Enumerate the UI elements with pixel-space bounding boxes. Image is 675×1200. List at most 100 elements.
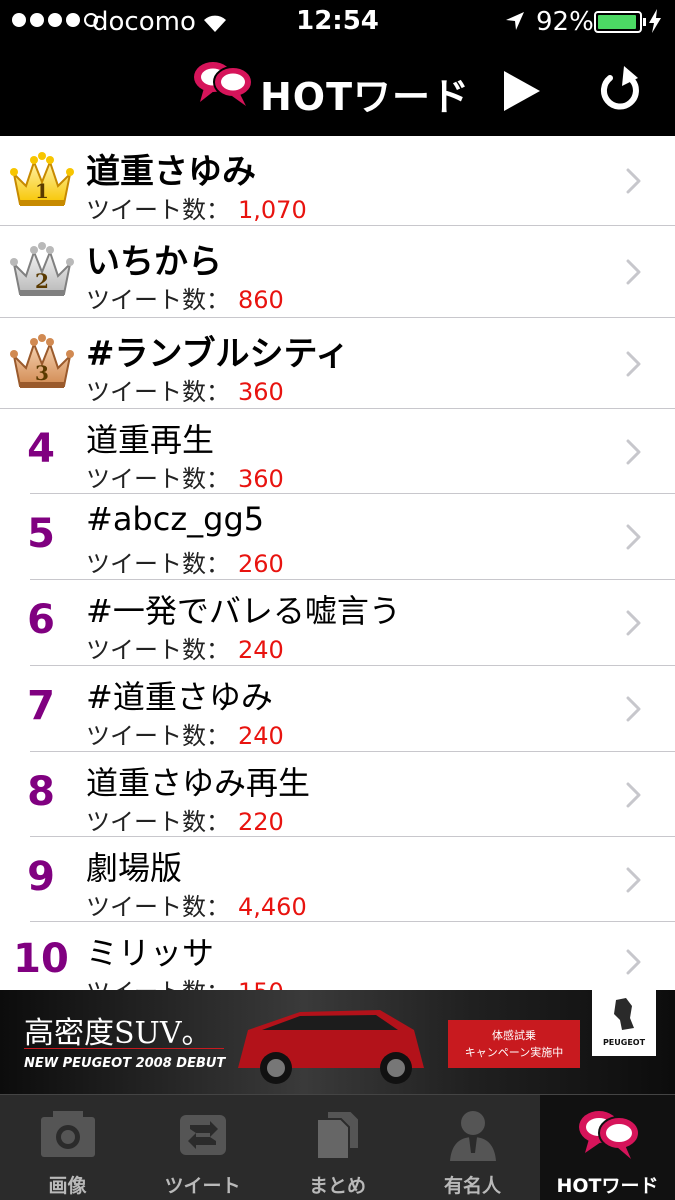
chevron-right-icon (626, 168, 641, 194)
tweet-count-value: 240 (238, 636, 284, 664)
ad-brand-name: PEUGEOT (602, 1038, 646, 1047)
hot-word-row[interactable]: 7 #道重さゆみツイート数： 240 (27, 666, 675, 752)
tweet-count-value: 260 (238, 550, 284, 578)
bronze-crown-icon: 3 (10, 334, 74, 388)
tweet-count-label: ツイート数： (86, 978, 230, 990)
chevron-right-icon (626, 949, 641, 975)
tweet-count-value: 360 (238, 378, 284, 406)
retweet-icon (180, 1115, 226, 1155)
tweet-count-label: ツイート数： (86, 465, 230, 493)
hot-word-row[interactable]: 2 いちからツイート数： 860 (0, 226, 675, 318)
tweet-count-line: ツイート数： 260 (86, 544, 284, 579)
battery-percentage: 92% (536, 7, 594, 37)
tweet-count-value: 360 (238, 465, 284, 493)
tweet-count-line: ツイート数： 360 (86, 372, 284, 407)
hot-word-text: #abcz_gg5 (86, 500, 265, 538)
tab-label: ツイート (164, 1175, 241, 1197)
hot-word-text: 道重再生 (86, 421, 215, 459)
rank-number: 6 (27, 597, 55, 643)
chevron-right-icon (626, 867, 641, 892)
tab-label: HOTワード (556, 1175, 659, 1197)
chevron-right-icon (626, 351, 641, 376)
tweet-count-label: ツイート数： (86, 893, 230, 921)
peugeot-logo: PEUGEOT (592, 990, 656, 1056)
hot-word-row[interactable]: 1 道重さゆみツイート数： 1,070 (0, 136, 675, 226)
tweet-count-line: ツイート数： 150 (86, 972, 284, 990)
tab-label: 有名人 (443, 1175, 501, 1197)
advertisement-banner[interactable]: 高密度SUV。 NEW PEUGEOT 2008 DEBUT 体感試乗 キャンペ… (0, 990, 675, 1094)
tweet-count-value: 1,070 (238, 196, 307, 224)
chevron-right-icon (626, 524, 641, 550)
tweet-count-line: ツイート数： 1,070 (86, 190, 307, 225)
play-icon[interactable] (500, 68, 544, 114)
tab-label: まとめ (308, 1175, 366, 1197)
tab-label: 画像 (48, 1175, 87, 1197)
tab-images[interactable]: 画像 (0, 1095, 135, 1200)
camera-icon (41, 1111, 95, 1157)
hot-word-text: いちから (86, 242, 222, 282)
tweet-count-label: ツイート数： (86, 722, 230, 750)
hot-word-text: #ランブルシティ (86, 334, 350, 374)
rank-number: 8 (27, 768, 55, 815)
hot-word-text: #一発でバレる嘘言う (86, 592, 401, 630)
navigation-bar: HOTワード (0, 44, 675, 136)
chevron-right-icon (626, 696, 641, 722)
documents-icon (316, 1110, 360, 1160)
rank-number: 9 (27, 853, 55, 900)
tab-tweets[interactable]: ツイート (135, 1095, 270, 1200)
status-bar: docomo 12:54 92% (0, 0, 675, 44)
chevron-right-icon (626, 610, 641, 636)
tweet-count-label: ツイート数： (86, 286, 230, 314)
hot-word-row[interactable]: 4 道重再生 ツイート数： 360 (27, 409, 675, 494)
tweet-count-line: ツイート数： 220 (86, 802, 284, 837)
chevron-right-icon (626, 259, 641, 285)
hot-word-text: #道重さゆみ (86, 678, 273, 716)
tweet-count-line: ツイート数： 4,460 (86, 887, 307, 922)
hot-word-row[interactable]: 9 劇場版 ツイート数： 4,460 (27, 837, 675, 922)
hot-word-row[interactable]: 3 #ランブルシティツイート数： 360 (0, 318, 675, 409)
tweet-count-label: ツイート数： (86, 636, 230, 664)
crown-rank-number: 3 (35, 361, 49, 385)
tweet-count-line: ツイート数： 860 (86, 280, 284, 315)
ad-cta-line2: キャンペーン実施中 (464, 1046, 564, 1059)
tweet-count-line: ツイート数： 240 (86, 630, 284, 665)
hot-word-row[interactable]: 10 ミリッサツイート数： 150 (13, 922, 675, 990)
tweet-count-line: ツイート数： 240 (86, 716, 284, 751)
rank-number: 5 (27, 511, 55, 557)
tweet-count-value: 860 (238, 286, 284, 314)
tweet-count-label: ツイート数： (86, 378, 230, 406)
location-arrow-icon (506, 12, 524, 30)
charging-bolt-icon (649, 9, 661, 33)
chevron-right-icon (626, 782, 641, 807)
tab-hot-words[interactable]: HOTワード (540, 1095, 675, 1200)
tweet-count-line: ツイート数： 360 (86, 459, 284, 494)
hot-word-text: 道重さゆみ (86, 152, 256, 192)
tweet-count-value: 240 (238, 722, 284, 750)
tweet-count-value: 150 (238, 978, 284, 990)
crown-rank-number: 1 (35, 179, 49, 203)
tweet-count-label: ツイート数： (86, 550, 230, 578)
tweet-count-label: ツイート数： (86, 196, 230, 224)
reload-icon[interactable] (598, 64, 644, 116)
rank-number: 7 (27, 683, 55, 729)
hot-word-row[interactable]: 6 #一発でバレる嘘言うツイート数： 240 (27, 580, 675, 666)
hot-word-row[interactable]: 8 道重さゆみ再生ツイート数： 220 (27, 752, 675, 837)
crown-rank-number: 2 (35, 269, 49, 293)
hot-word-row[interactable]: 5 #abcz_gg5 ツイート数： 260 (27, 494, 675, 580)
tweet-count-value: 220 (238, 808, 284, 836)
hot-word-text: 道重さゆみ再生 (86, 764, 311, 802)
gold-crown-icon: 1 (10, 152, 74, 206)
hot-word-list: 1 道重さゆみ ツイート数： 1,070 2 いちから ツイート数： 860 3 #ランブルシティ… (0, 136, 675, 990)
ad-campaign-button[interactable]: 体感試乗 キャンペーン実施中 (448, 1020, 580, 1068)
ad-headline: 高密度SUV。 (24, 1016, 212, 1051)
tweet-count-label: ツイート数： (86, 808, 230, 836)
page-title: HOTワード (260, 75, 471, 119)
tweet-count-value: 4,460 (238, 893, 307, 921)
tab-matome[interactable]: まとめ (270, 1095, 405, 1200)
silver-crown-icon: 2 (10, 242, 74, 296)
tab-celebrities[interactable]: 有名人 (405, 1095, 540, 1200)
hot-bubbles-logo-icon (194, 62, 253, 106)
ad-subheadline: NEW PEUGEOT 2008 DEBUT (24, 1056, 226, 1071)
tab-bar: 画像 ツイート まとめ 有名人 HOTワード (0, 1094, 675, 1200)
hot-word-text: ミリッサ (86, 934, 215, 972)
